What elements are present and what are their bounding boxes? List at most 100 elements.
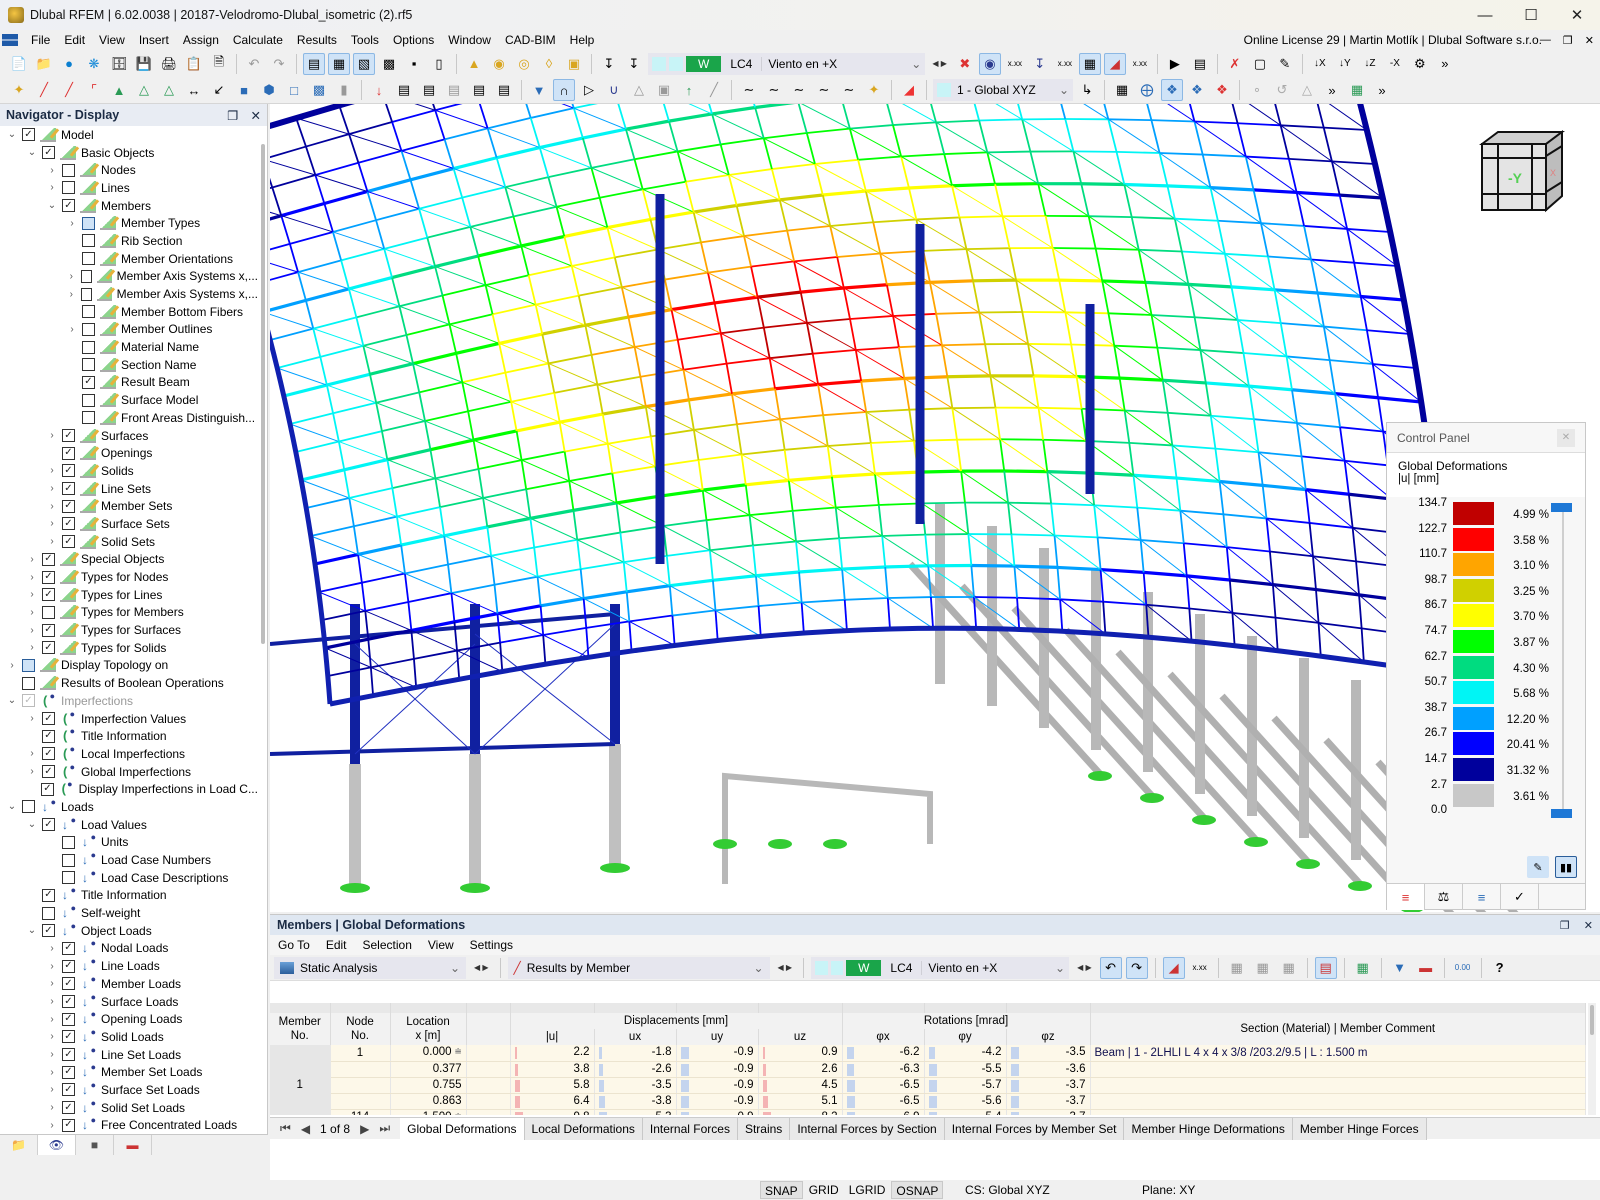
- menu-view[interactable]: View: [92, 30, 132, 50]
- select-lasso-icon[interactable]: ◊: [538, 53, 560, 75]
- nav-item-checkbox[interactable]: ✓: [42, 623, 55, 637]
- nav-item[interactable]: › ✓ Types for Solids: [0, 639, 258, 657]
- last-page-icon[interactable]: ⏭: [379, 1121, 390, 1136]
- show-loads-icon[interactable]: ↧: [1029, 53, 1051, 75]
- surface-support-icon[interactable]: △: [158, 79, 180, 101]
- filter-icon[interactable]: ▼: [1389, 957, 1411, 979]
- nav-item-checkbox[interactable]: ✓: [22, 694, 35, 708]
- view-pan-icon[interactable]: ❖: [1186, 79, 1208, 101]
- nav-item-checkbox[interactable]: [62, 853, 75, 867]
- coordinate-dimension-icon[interactable]: ↙: [208, 79, 230, 101]
- coordinate-system-icon[interactable]: ↳: [1076, 79, 1098, 101]
- grid-icon[interactable]: ▦: [1111, 79, 1133, 101]
- nav-item-checkbox[interactable]: ✓: [82, 375, 95, 389]
- chevron-right-icon[interactable]: ›: [26, 554, 38, 565]
- nav-item[interactable]: › ✓ Surface Sets: [0, 515, 258, 533]
- nav-item[interactable]: › Types for Members: [0, 604, 258, 622]
- table-row[interactable]: 0.377 3.8 -2.6 -0.9 2.6 -6.3 -5.5 -3.6: [270, 1061, 1586, 1078]
- line-support-icon[interactable]: △: [133, 79, 155, 101]
- nav-item[interactable]: › Lines: [0, 179, 258, 197]
- nav-item[interactable]: ⌄ ✓ Basic Objects: [0, 144, 258, 162]
- menu-window[interactable]: Window: [441, 30, 498, 50]
- member-diagram-1-icon[interactable]: ∼: [738, 79, 760, 101]
- maximize-button[interactable]: ☐: [1508, 0, 1554, 30]
- chevron-right-icon[interactable]: ›: [66, 324, 78, 335]
- nav-item-checkbox[interactable]: ✓: [62, 1030, 75, 1044]
- coordinate-system-selector[interactable]: 1 - Global XYZ ⌄: [933, 79, 1073, 101]
- nav-item-checkbox[interactable]: [80, 269, 93, 283]
- table-layout-1-icon[interactable]: ▦: [1226, 957, 1248, 979]
- nav-item[interactable]: › ✓ Line Sets: [0, 480, 258, 498]
- nav-item[interactable]: › ✓ Member Sets: [0, 497, 258, 515]
- nav-item-checkbox[interactable]: [82, 216, 95, 230]
- chevron-right-icon[interactable]: ›: [46, 978, 58, 989]
- new-set-icon[interactable]: ▩: [308, 79, 330, 101]
- nav-item-checkbox[interactable]: ✓: [62, 1118, 75, 1132]
- view-zoom-icon[interactable]: ❖: [1211, 79, 1233, 101]
- new-polyline-icon[interactable]: ⌜: [83, 79, 105, 101]
- nav-item-checkbox[interactable]: [82, 305, 95, 319]
- menu-file[interactable]: File: [24, 30, 57, 50]
- nav-item[interactable]: › Nodes: [0, 161, 258, 179]
- nav-item-checkbox[interactable]: [22, 676, 35, 690]
- factor-tab-icon[interactable]: ✓: [1501, 884, 1539, 910]
- block-icon[interactable]: ▮: [333, 79, 355, 101]
- bar-chart-icon[interactable]: ▤: [1314, 956, 1337, 979]
- link-icon[interactable]: ∘: [1246, 79, 1268, 101]
- col-node-no[interactable]: Node No.: [330, 1013, 391, 1045]
- status-toggle-grid[interactable]: GRID: [805, 1181, 843, 1199]
- chevron-right-icon[interactable]: ›: [46, 536, 58, 547]
- balance-tab-icon[interactable]: ⚖: [1425, 884, 1463, 910]
- menu-cad-bim[interactable]: CAD-BIM: [498, 30, 563, 50]
- nav-item-checkbox[interactable]: ✓: [42, 818, 55, 832]
- surface-load-icon[interactable]: ▤: [443, 79, 465, 101]
- close-navigator-icon[interactable]: ✕: [251, 108, 261, 123]
- analysis-type-select[interactable]: Static Analysis ⌄: [274, 956, 466, 979]
- chevron-right-icon[interactable]: ›: [6, 660, 18, 671]
- view-z-icon[interactable]: ↓Z: [1359, 53, 1381, 75]
- chevron-right-icon[interactable]: ›: [46, 1120, 58, 1131]
- nav-item[interactable]: › ✓ Types for Lines: [0, 586, 258, 604]
- nav-item[interactable]: › ✓ Surfaces: [0, 427, 258, 445]
- chevron-right-icon[interactable]: ›: [46, 501, 58, 512]
- view-x-icon[interactable]: ↓X: [1309, 53, 1331, 75]
- nav-item-checkbox[interactable]: ✓: [62, 1083, 75, 1097]
- select-in-table-icon[interactable]: ↷: [1125, 956, 1148, 979]
- nav-item[interactable]: ›✓Solid Loads: [0, 1027, 258, 1046]
- color-scale-icon[interactable]: ◢: [898, 79, 920, 101]
- nav-item-checkbox[interactable]: ✓: [62, 959, 75, 973]
- undo-icon[interactable]: ↶: [243, 53, 265, 75]
- nav-item-checkbox[interactable]: ✓: [22, 128, 35, 142]
- chevron-down-icon[interactable]: ⌄: [6, 129, 18, 140]
- display-mode-icon[interactable]: ▦: [1078, 52, 1101, 75]
- menu-calculate[interactable]: Calculate: [226, 30, 290, 50]
- report-icon[interactable]: 📋: [183, 53, 205, 75]
- nav-item-checkbox[interactable]: ✓: [42, 765, 55, 779]
- nav-item-checkbox[interactable]: ✓: [42, 888, 55, 902]
- status-toggle-osnap[interactable]: OSNAP: [891, 1181, 944, 1199]
- lc-prev-next[interactable]: ◀ ▶: [928, 59, 951, 68]
- nav-item-checkbox[interactable]: [42, 906, 55, 920]
- nav-item[interactable]: Load Case Numbers: [0, 850, 258, 869]
- chevron-right-icon[interactable]: ›: [66, 218, 78, 229]
- col-phiz[interactable]: φz: [1006, 1029, 1091, 1045]
- status-toggle-lgrid[interactable]: LGRID: [845, 1181, 890, 1199]
- result-tab[interactable]: Internal Forces by Member Set: [944, 1117, 1125, 1140]
- save-icon[interactable]: 💾: [133, 53, 155, 75]
- results-load-case-select[interactable]: W LC4 Viento en +X ⌄: [811, 956, 1070, 979]
- nav-item-checkbox[interactable]: ✓: [62, 199, 75, 213]
- legend-scale-icon[interactable]: ▮▮: [1555, 856, 1577, 878]
- clear-selection-icon[interactable]: ✗: [1224, 53, 1246, 75]
- new-surface-icon[interactable]: ■: [233, 79, 255, 101]
- help-icon[interactable]: ?: [1489, 957, 1511, 979]
- nav-item-checkbox[interactable]: ✓: [42, 641, 55, 655]
- nav-item[interactable]: ›✓Nodal Loads: [0, 938, 258, 958]
- animation-icon[interactable]: ▶: [1164, 53, 1186, 75]
- results-scrollbar[interactable]: [1588, 1003, 1596, 1115]
- member-diagram-4-icon[interactable]: ∼: [813, 79, 835, 101]
- table-layout-2-icon[interactable]: ▦: [1252, 957, 1274, 979]
- load-case-selector[interactable]: W LC4 Viento en +X ⌄: [648, 52, 926, 75]
- nav-item[interactable]: › ✓ Special Objects: [0, 551, 258, 569]
- chevron-right-icon[interactable]: ›: [46, 1049, 58, 1060]
- nav-item[interactable]: Front Areas Distinguish...: [0, 409, 258, 427]
